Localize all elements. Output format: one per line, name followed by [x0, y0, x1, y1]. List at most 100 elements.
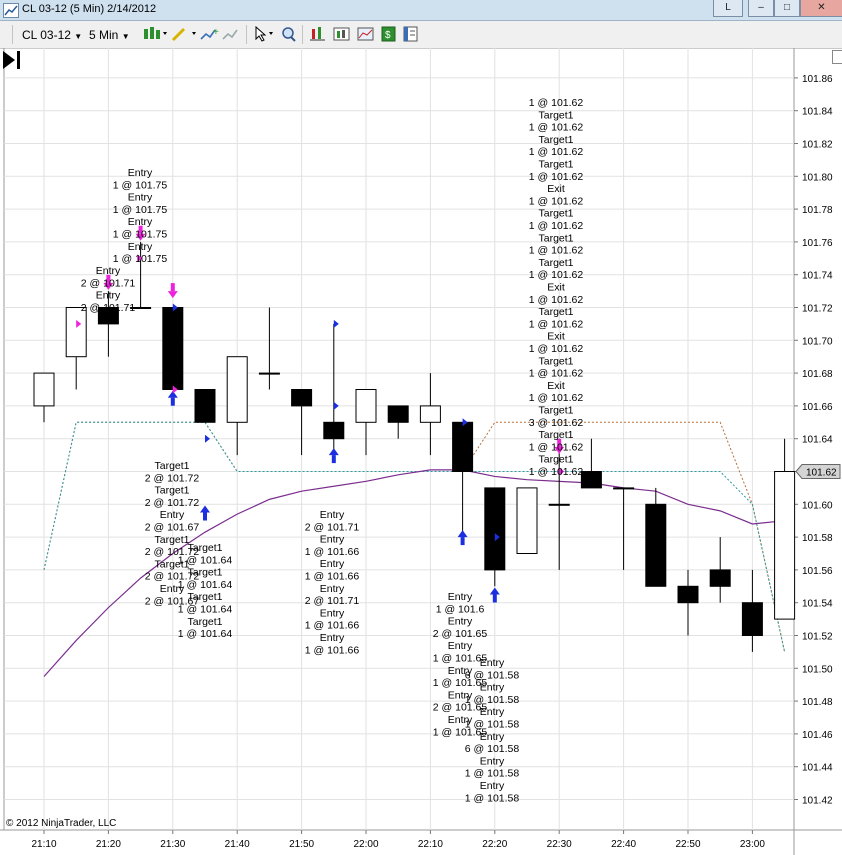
link-button[interactable]: L: [713, 0, 743, 17]
candle-body: [33, 372, 55, 407]
trade-annotation-text: 1 @ 101.62: [529, 146, 584, 158]
y-tick-label: 101.74: [802, 271, 833, 282]
x-tick-label: 22:50: [675, 839, 700, 850]
data-box-icon[interactable]: [333, 26, 351, 42]
trade-annotation-text: 1 @ 101.6: [436, 603, 485, 615]
remove-indicator-icon[interactable]: [222, 26, 242, 42]
x-tick-label: 21:10: [31, 839, 56, 850]
trade-annotation-text: Entry: [320, 607, 345, 619]
y-tick-label: 101.84: [802, 107, 833, 118]
panel-corner-box[interactable]: [832, 50, 842, 64]
trade-annotation-text: 6 @ 101.58: [465, 669, 520, 681]
trade-annotation-text: Entry: [448, 591, 473, 603]
y-tick-label: 101.76: [802, 238, 833, 249]
trade-annotation-text: 1 @ 101.62: [529, 343, 584, 355]
trade-annotation-text: Entry: [128, 192, 153, 204]
trade-annotation-text: 1 @ 101.58: [465, 768, 520, 780]
trade-annotation-text: Entry: [448, 616, 473, 628]
candle-body: [709, 569, 731, 587]
trade-annotation-text: 1 @ 101.64: [178, 628, 233, 640]
y-tick-label: 101.46: [802, 730, 833, 741]
trade-annotation-text: Entry: [320, 583, 345, 595]
y-tick-label: 101.66: [802, 402, 833, 413]
x-tick-label: 22:30: [547, 839, 572, 850]
candle-body: [226, 356, 248, 423]
trade-annotation-text: 3 @ 101.62: [529, 417, 584, 429]
add-indicator-icon[interactable]: +: [200, 26, 220, 42]
order-icon[interactable]: $: [381, 26, 397, 42]
trade-annotation-text: 2 @ 101.71: [305, 521, 360, 533]
y-tick-label: 101.68: [802, 369, 833, 380]
toolbar-separator: [246, 25, 247, 44]
y-tick-label: 101.80: [802, 172, 833, 183]
trade-annotation-text: Target1: [538, 355, 573, 367]
bar-style-icon[interactable]: [142, 26, 168, 42]
trade-annotation-text: 1 @ 101.62: [529, 294, 584, 306]
trade-annotation-text: Entry: [480, 682, 505, 694]
candle-body: [484, 487, 506, 571]
y-tick-label: 101.42: [802, 796, 833, 807]
trade-annotation-text: Entry: [480, 657, 505, 669]
trade-annotation-text: 2 @ 101.65: [433, 628, 488, 640]
trade-annotation-text: Target1: [187, 616, 222, 628]
trade-annotation-text: 1 @ 101.58: [465, 694, 520, 706]
trade-annotation-text: Entry: [96, 265, 121, 277]
properties-icon[interactable]: [403, 26, 419, 42]
y-tick-label: 101.50: [802, 664, 833, 675]
candle-body: [194, 389, 216, 423]
trade-annotation-text: Target1: [538, 134, 573, 146]
x-tick-label: 22:40: [611, 839, 636, 850]
drawing-tool-icon[interactable]: [171, 26, 197, 42]
trade-annotation-text: Target1: [538, 454, 573, 466]
candle-body: [452, 421, 474, 472]
y-tick-label: 101.54: [802, 599, 833, 610]
trade-annotation-text: 2 @ 101.71: [305, 595, 360, 607]
candle: [162, 307, 184, 390]
trade-annotation-text: Entry: [320, 534, 345, 546]
trade-annotation-text: 1 @ 101.66: [305, 644, 360, 656]
minimize-button[interactable]: –: [748, 0, 774, 17]
chart-canvas[interactable]: 101.42 101.44 101.46 101.48 101.50 101.52 101.…: [0, 48, 842, 855]
trade-annotation-text: 1 @ 101.64: [178, 579, 233, 591]
trade-annotation-text: Target1: [187, 567, 222, 579]
trade-annotation-text: Exit: [547, 282, 565, 294]
chart-trader-icon[interactable]: [357, 26, 375, 42]
toolbar-separator: [302, 25, 303, 44]
trade-annotation-text: 1 @ 101.58: [465, 792, 520, 804]
trade-annotation-text: Target1: [154, 534, 189, 546]
trade-annotation-text: Target1: [538, 405, 573, 417]
trade-annotation-text: Entry: [128, 167, 153, 179]
scroll-to-end-icon[interactable]: [0, 48, 24, 72]
trade-annotation-text: Entry: [448, 640, 473, 652]
x-tick-label: 21:50: [289, 839, 314, 850]
window-title: CL 03-12 (5 Min) 2/14/2012: [22, 3, 157, 15]
cursor-icon[interactable]: [253, 26, 277, 42]
copyright-text: © 2012 NinjaTrader, LLC: [6, 818, 117, 829]
trade-annotation-text: Entry: [480, 706, 505, 718]
trade-annotation-text: 1 @ 101.75: [113, 179, 168, 191]
maximize-button[interactable]: □: [774, 0, 800, 17]
candle-body: [516, 487, 538, 554]
zoom-icon[interactable]: [280, 26, 298, 42]
y-tick-label: 101.72: [802, 304, 833, 315]
trade-annotation-text: Target1: [538, 429, 573, 441]
candle-body: [162, 307, 184, 390]
trade-annotation-text: 1 @ 101.66: [305, 620, 360, 632]
strategy-icon[interactable]: [309, 26, 327, 42]
trade-annotation-text: 6 @ 101.58: [465, 743, 520, 755]
trade-annotation-text: 1 @ 101.62: [529, 195, 584, 207]
trade-annotation-text: 1 @ 101.64: [178, 554, 233, 566]
price-chart[interactable]: 101.42 101.44 101.46 101.48 101.50 101.52 101.…: [0, 48, 842, 855]
instrument-selector[interactable]: CL 03-12 ▼: [22, 28, 82, 42]
window-titlebar: CL 03-12 (5 Min) 2/14/2012 L – □ ✕: [0, 0, 842, 21]
close-button[interactable]: ✕: [800, 0, 842, 17]
trade-annotation-text: Entry: [96, 290, 121, 302]
trade-annotation-text: Entry: [480, 731, 505, 743]
trade-annotation-text: 2 @ 101.67: [145, 522, 200, 534]
interval-selector[interactable]: 5 Min ▼: [89, 28, 130, 42]
trade-annotation-text: Entry: [128, 216, 153, 228]
candle-body: [548, 503, 570, 506]
trade-annotation-text: 1 @ 101.62: [529, 466, 584, 478]
x-tick-label: 23:00: [740, 839, 765, 850]
x-tick-label: 21:40: [225, 839, 250, 850]
